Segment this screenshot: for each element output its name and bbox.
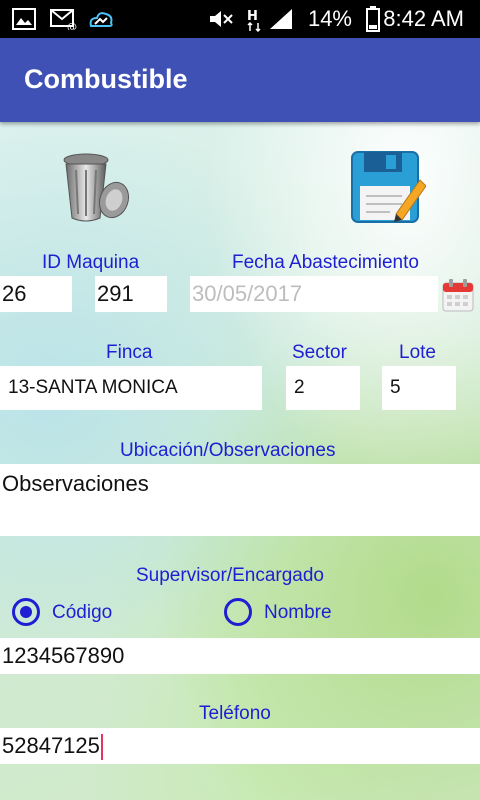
fecha-label: Fecha Abastecimiento xyxy=(232,252,419,273)
svg-text:H: H xyxy=(247,9,258,24)
status-bar: @ H 14% 8:42 AM xyxy=(0,0,480,38)
id-maquina-field-2[interactable]: 291 xyxy=(95,276,167,312)
mute-icon xyxy=(210,11,233,27)
floppy-save-icon xyxy=(351,151,427,223)
telefono-label: Teléfono xyxy=(199,703,271,724)
supervisor-field[interactable]: 1234567890 xyxy=(0,638,480,674)
ubicacion-field[interactable]: Observaciones xyxy=(0,464,480,536)
sector-label: Sector xyxy=(292,342,347,363)
ubicacion-label: Ubicación/Observaciones xyxy=(120,440,336,461)
trash-can-icon xyxy=(63,153,130,222)
radio-codigo-circle xyxy=(12,598,40,626)
svg-text:@: @ xyxy=(67,22,77,30)
email-icon: @ xyxy=(50,9,77,30)
clock: 8:42 AM xyxy=(383,6,464,31)
id-maquina-field-1[interactable]: 26 xyxy=(0,276,72,312)
supervisor-label: Supervisor/Encargado xyxy=(136,565,324,586)
finca-label: Finca xyxy=(106,342,153,363)
finca-field[interactable]: 13-SANTA MONICA xyxy=(0,366,262,410)
radio-codigo-label: Código xyxy=(52,602,113,623)
radio-nombre-label: Nombre xyxy=(264,602,332,623)
sector-field[interactable]: 2 xyxy=(286,366,360,410)
radio-codigo[interactable]: Código xyxy=(12,596,132,628)
delete-button[interactable] xyxy=(58,152,134,226)
telefono-value: 52847125 xyxy=(2,733,100,758)
form-content: ID Maquina 26 291 Fecha Abastecimiento 3… xyxy=(0,122,480,800)
text-cursor xyxy=(100,734,103,761)
lote-field[interactable]: 5 xyxy=(382,366,456,410)
app-bar: Combustible xyxy=(0,38,480,122)
lote-label: Lote xyxy=(399,342,436,363)
battery-percent: 14% xyxy=(307,6,352,31)
image-icon xyxy=(12,8,36,30)
telefono-field[interactable]: 52847125 xyxy=(0,728,480,764)
radio-nombre[interactable]: Nombre xyxy=(224,596,354,628)
cloud-icon xyxy=(89,12,113,27)
signal-icon xyxy=(270,9,292,29)
battery-icon xyxy=(366,6,380,32)
id-maquina-label: ID Maquina xyxy=(42,252,140,273)
calendar-button[interactable] xyxy=(442,278,474,312)
calendar-icon xyxy=(442,279,474,312)
signal-h-icon: H xyxy=(247,9,261,32)
page-title: Combustible xyxy=(24,64,188,94)
fecha-field[interactable]: 30/05/2017 xyxy=(190,276,438,312)
save-button[interactable] xyxy=(350,150,427,224)
radio-nombre-circle xyxy=(224,598,252,626)
